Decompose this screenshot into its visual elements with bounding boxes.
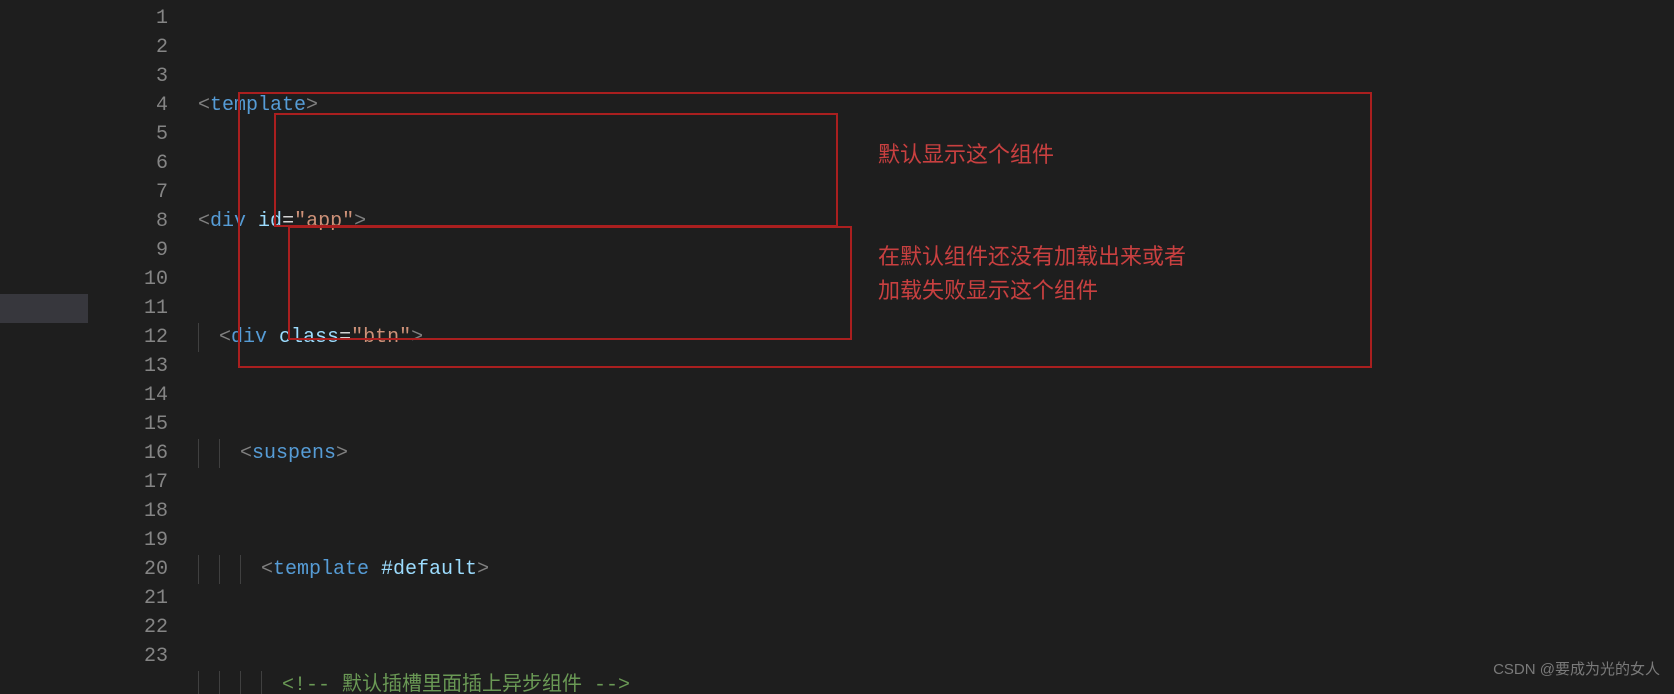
line-number: 7 <box>88 178 198 207</box>
annotation-text-fallback-b: 加载失败显示这个组件 <box>878 278 1098 307</box>
line-number: 16 <box>88 439 198 468</box>
line-number: 15 <box>88 410 198 439</box>
line-number: 9 <box>88 236 198 265</box>
line-number: 10 <box>88 265 198 294</box>
watermark: CSDN @要成为光的女人 <box>1493 655 1660 684</box>
active-line-highlight <box>0 294 88 323</box>
line-number: 17 <box>88 468 198 497</box>
line-number: 14 <box>88 381 198 410</box>
line-number: 22 <box>88 613 198 642</box>
code-line[interactable]: <!-- 默认插槽里面插上异步组件 --> <box>198 671 1674 694</box>
line-number: 21 <box>88 584 198 613</box>
line-number: 13 <box>88 352 198 381</box>
code-line[interactable]: <template #default> <box>198 555 1674 584</box>
line-number: 19 <box>88 526 198 555</box>
line-number: 1 <box>88 4 198 33</box>
line-number: 4 <box>88 91 198 120</box>
line-number: 8 <box>88 207 198 236</box>
line-number: 5 <box>88 120 198 149</box>
annotation-text-default: 默认显示这个组件 <box>878 142 1054 171</box>
editor-left-margin <box>0 0 88 694</box>
code-editor[interactable]: 1 2 3 4 5 6 7 8 9 10 11 12 13 14 15 16 1… <box>0 0 1674 694</box>
line-number: 23 <box>88 642 198 671</box>
line-number: 11 <box>88 294 198 323</box>
code-line[interactable]: <div id="app"> <box>198 207 1674 236</box>
code-line[interactable]: <div class="btn"> <box>198 323 1674 352</box>
line-number: 18 <box>88 497 198 526</box>
code-area[interactable]: <template> <div id="app"> <div class="bt… <box>198 0 1674 694</box>
line-number-gutter: 1 2 3 4 5 6 7 8 9 10 11 12 13 14 15 16 1… <box>88 0 198 694</box>
line-number: 20 <box>88 555 198 584</box>
annotation-text-fallback-a: 在默认组件还没有加载出来或者 <box>878 244 1186 273</box>
code-line[interactable]: <template> <box>198 91 1674 120</box>
code-line[interactable]: <suspens> <box>198 439 1674 468</box>
line-number: 2 <box>88 33 198 62</box>
line-number: 6 <box>88 149 198 178</box>
line-number: 3 <box>88 62 198 91</box>
line-number: 12 <box>88 323 198 352</box>
